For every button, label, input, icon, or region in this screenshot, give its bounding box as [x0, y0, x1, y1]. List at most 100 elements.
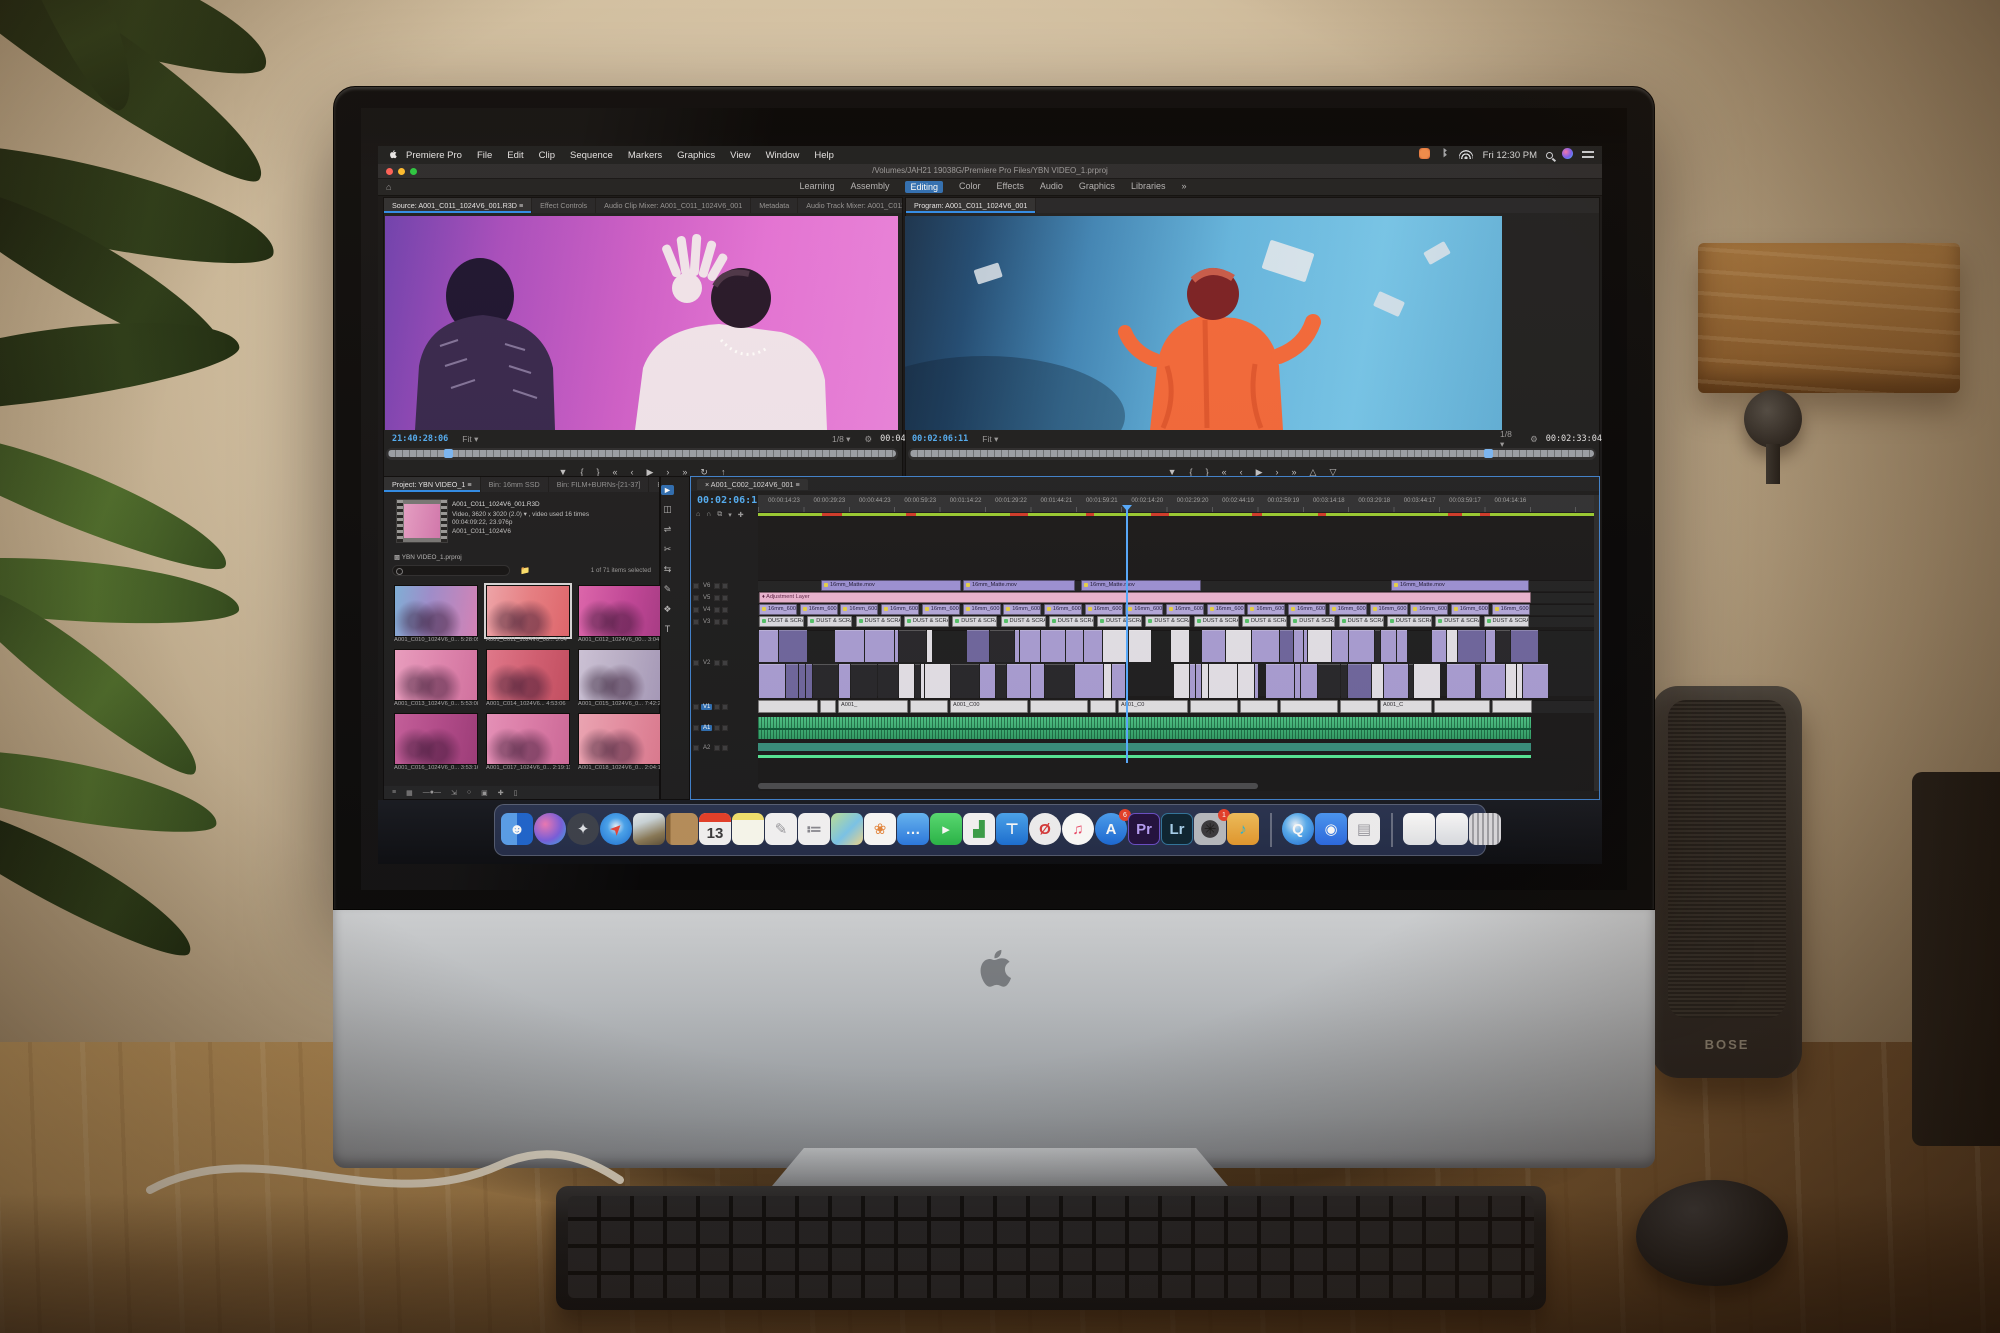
photos-icon[interactable]: ❀	[864, 813, 896, 845]
safari-icon[interactable]: ➤	[600, 813, 632, 845]
timeline-clip-fragment[interactable]	[1007, 664, 1031, 698]
program-scrubber[interactable]	[908, 448, 1596, 460]
source-playhead[interactable]	[444, 449, 453, 458]
source-fit-dropdown[interactable]: Fit ▾	[462, 434, 478, 445]
video-track-4-clip[interactable]: 16mm_600 (ps	[1206, 604, 1245, 615]
video-track-1-clip[interactable]: A001_	[838, 700, 908, 713]
program-settings-wrench-icon[interactable]: ⚙	[1530, 434, 1538, 445]
menu-item-help[interactable]: Help	[814, 150, 834, 161]
timeline-clip-fragment[interactable]	[1304, 630, 1308, 662]
launchpad-icon[interactable]: ✦	[567, 813, 599, 845]
new-item-icon[interactable]: ✚	[498, 789, 504, 797]
project-item-thumbnail[interactable]	[394, 649, 478, 701]
timeline-clip-fragment[interactable]	[1279, 630, 1294, 662]
settings-wheel-icon[interactable]: ✳ 1	[1194, 809, 1230, 845]
textedit-icon[interactable]: ✎	[765, 813, 797, 845]
track-sync-lock-icon[interactable]	[722, 703, 729, 710]
video-track-1-clip[interactable]	[1434, 700, 1490, 713]
apple-menu-icon[interactable]	[388, 149, 398, 161]
video-track-3-clip[interactable]: DUST & SCRAT	[1290, 616, 1336, 627]
project-item-thumbnail[interactable]	[394, 585, 478, 637]
video-track-3-clip[interactable]: DUST & SCRAT	[1000, 616, 1046, 627]
project-item-thumbnail[interactable]	[578, 585, 662, 637]
timeline-clip-fragment[interactable]	[1505, 664, 1516, 698]
timeline-clip-fragment[interactable]	[899, 630, 927, 662]
video-track-3-clip[interactable]: DUST & SCRAT	[952, 616, 998, 627]
video-track-4-clip[interactable]: 16mm_600 (ps	[1003, 604, 1042, 615]
source-video-preview[interactable]	[385, 216, 898, 430]
facetime-icon[interactable]: ▸	[930, 813, 962, 845]
timeline-clip-fragment[interactable]	[1447, 630, 1458, 662]
video-track-5-clip[interactable]: ♦ Adjustment Layer	[759, 592, 1531, 603]
timeline-clip-fragment[interactable]	[1516, 664, 1523, 698]
track-lock-icon[interactable]	[693, 594, 699, 601]
audio-1-waveform-clip[interactable]	[758, 717, 1531, 739]
project-item-thumbnail[interactable]	[484, 583, 572, 639]
menu-item-file[interactable]: File	[477, 150, 492, 161]
timeline-clip-fragment[interactable]	[1523, 664, 1548, 698]
source-panel-tab[interactable]: Source: A001_C011_1024V6_001.R3D ≡	[384, 198, 533, 213]
timeline-clip-fragment[interactable]	[1225, 630, 1251, 662]
video-track-4-clip[interactable]: 16mm_600 (ps	[1410, 604, 1449, 615]
timeline-clip-fragment[interactable]	[1510, 630, 1539, 662]
track-lock-icon[interactable]	[693, 606, 699, 613]
timeline-playhead[interactable]	[1122, 505, 1132, 763]
timeline-clip-fragment[interactable]	[1170, 630, 1189, 662]
track-lock-icon[interactable]	[693, 660, 699, 666]
timeline-clip-fragment[interactable]	[894, 630, 899, 662]
zoom-slider-icon[interactable]: —●—	[423, 789, 441, 796]
video-track-1-clip[interactable]	[1340, 700, 1378, 713]
video-track-4-clip[interactable]: 16mm_600 (ps	[840, 604, 879, 615]
timeline-clip-fragment[interactable]	[1295, 664, 1300, 698]
track-lock-icon[interactable]	[693, 725, 699, 731]
timeline-clip-fragment[interactable]	[1084, 630, 1103, 662]
project-panel-tab[interactable]: Bin: FILM+BURNs-[21-37]	[549, 477, 650, 492]
timeline-clip-fragment[interactable]	[951, 664, 980, 698]
video-track-6-clip[interactable]: 16mm_Matte.mov	[1081, 580, 1201, 591]
program-playhead[interactable]	[1484, 449, 1493, 458]
menu-item-window[interactable]: Window	[766, 150, 800, 161]
video-track-3-clip[interactable]: DUST & SCRAT	[1048, 616, 1094, 627]
video-track-4-clip[interactable]: 16mm_600 (ps	[1166, 604, 1204, 615]
new-bin-icon[interactable]: ▣	[481, 789, 488, 797]
folder-icon[interactable]	[1436, 813, 1468, 845]
workspace-tab-assembly[interactable]: Assembly	[850, 181, 889, 193]
find-icon[interactable]: ○	[467, 789, 471, 796]
video-track-3-clip[interactable]: DUST & SCRAT	[1483, 616, 1529, 627]
delete-icon[interactable]: ▯	[514, 789, 518, 797]
timeline-clip-fragment[interactable]	[1476, 664, 1480, 698]
workspace-tab-learning[interactable]: Learning	[799, 181, 834, 193]
timeline-clip-fragment[interactable]	[1485, 630, 1496, 662]
timeline-clip-fragment[interactable]	[1201, 630, 1225, 662]
timeline-clip-fragment[interactable]	[898, 664, 914, 698]
hand-tool[interactable]: ❖	[663, 604, 671, 615]
cc-icon[interactable]	[1418, 148, 1430, 159]
track-header-v6[interactable]: V6	[693, 580, 756, 591]
project-item-thumbnail[interactable]	[486, 649, 570, 701]
video-track-4-clip[interactable]: 16mm_600 (ps	[799, 604, 838, 615]
video-track-1-clip[interactable]	[1190, 700, 1238, 713]
video-track-4-clip[interactable]: 16mm_600 (ps	[962, 604, 1001, 615]
video-track-4-clip[interactable]: 16mm_600 (ps	[1247, 604, 1286, 615]
video-track-3-clip[interactable]: DUST & SCRAT	[1386, 616, 1432, 627]
video-track-4-clip[interactable]: 16mm_600 (ps	[1450, 604, 1489, 615]
menu-item-sequence[interactable]: Sequence	[570, 150, 613, 161]
video-track-4-clip[interactable]: 16mm_600 (ps	[1328, 604, 1367, 615]
timeline-clip-fragment[interactable]	[1332, 630, 1349, 662]
lightroom-icon[interactable]: Lr	[1161, 813, 1193, 845]
timeline-clip-fragment[interactable]	[967, 630, 989, 662]
menu-item-graphics[interactable]: Graphics	[677, 150, 715, 161]
maps-icon[interactable]	[831, 813, 863, 845]
timeline-clip-fragment[interactable]	[759, 664, 785, 698]
track-lock-icon[interactable]	[693, 703, 699, 710]
timeline-clip-fragment[interactable]	[920, 664, 925, 698]
project-search-input[interactable]	[392, 565, 510, 576]
video-track-6-clip[interactable]: 16mm_Matte.mov	[963, 580, 1075, 591]
timeline-clip-fragment[interactable]	[785, 664, 798, 698]
workspace-tab-»[interactable]: »	[1181, 181, 1186, 193]
timeline-clip-fragment[interactable]	[1174, 664, 1189, 698]
finder-icon[interactable]: ☻	[501, 813, 533, 845]
track-visibility-icon[interactable]	[714, 660, 721, 666]
workspace-tab-libraries[interactable]: Libraries	[1131, 181, 1166, 193]
spotlight-icon[interactable]	[1546, 152, 1553, 159]
